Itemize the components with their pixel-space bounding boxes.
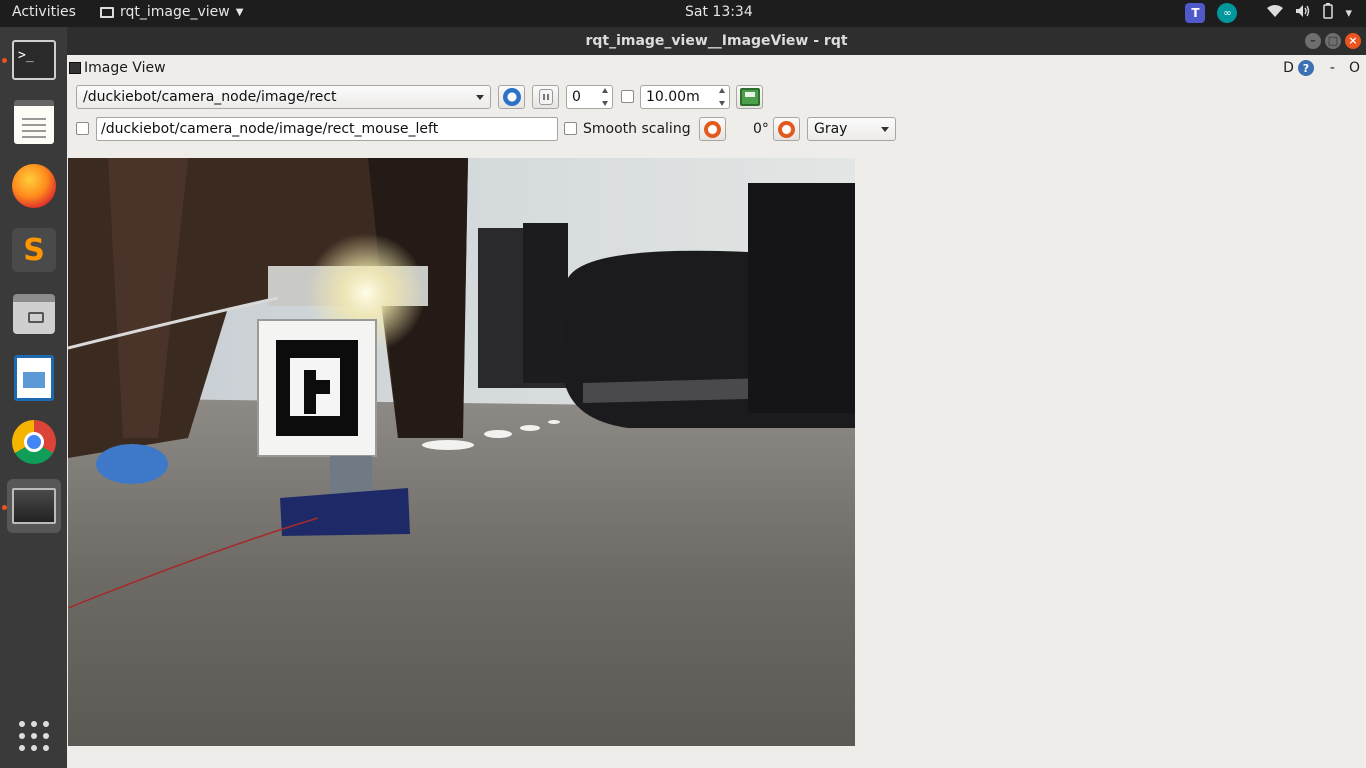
spin-arrows[interactable]	[716, 88, 727, 106]
topic-select[interactable]: /duckiebot/camera_node/image/rect	[76, 85, 491, 109]
app-grid-icon	[19, 721, 49, 751]
writer-icon	[14, 355, 54, 401]
sublime-text-launcher[interactable]: S	[7, 223, 61, 277]
chrome-launcher[interactable]	[7, 415, 61, 469]
max-range-value: 10.00m	[646, 89, 700, 105]
rqt-window-icon	[12, 488, 56, 524]
pause-button[interactable]	[532, 85, 559, 109]
rotation-value: 0°	[753, 121, 769, 137]
maximize-window-button[interactable]: □	[1325, 33, 1341, 49]
system-tray: T ∞ ▾	[1185, 3, 1352, 23]
terminal-icon: >_	[12, 40, 56, 80]
smooth-scaling-checkbox[interactable]	[564, 122, 577, 135]
topic-select-value: /duckiebot/camera_node/image/rect	[83, 89, 337, 105]
activities-button[interactable]: Activities	[12, 4, 76, 20]
camera-image[interactable]	[68, 158, 855, 746]
firefox-icon	[12, 164, 56, 208]
rotate-right-button[interactable]	[773, 117, 800, 141]
text-editor-icon	[14, 100, 54, 144]
top-bar: Activities rqt_image_view ▼ Sat 13:34 T …	[0, 0, 1366, 27]
text-editor-launcher[interactable]	[7, 95, 61, 149]
dock-widget-close-button[interactable]: O	[1349, 60, 1360, 76]
save-image-button[interactable]	[736, 85, 763, 109]
mouse-topic-field[interactable]: /duckiebot/camera_node/image/rect_mouse_…	[96, 117, 558, 141]
rotate-right-icon	[778, 120, 795, 138]
frame-skip-value: 0	[572, 89, 581, 105]
pause-icon	[538, 89, 553, 105]
dock-widget-d-button[interactable]: D	[1283, 60, 1294, 76]
firefox-launcher[interactable]	[7, 159, 61, 213]
mouse-topic-value: /duckiebot/camera_node/image/rect_mouse_…	[101, 121, 439, 137]
dock-widget-title-label: Image View	[84, 60, 166, 76]
close-window-button[interactable]: ×	[1345, 33, 1361, 49]
window-buttons: – □ ×	[1305, 33, 1361, 49]
dock-widget-title: Image View	[69, 60, 166, 76]
app-menu[interactable]: rqt_image_view ▼	[100, 4, 243, 20]
show-applications-button[interactable]	[7, 709, 61, 763]
window-titlebar[interactable]: rqt_image_view__ImageView - rqt – □ ×	[67, 27, 1366, 55]
sublime-text-icon: S	[12, 228, 56, 272]
color-scheme-select[interactable]: Gray	[807, 117, 896, 141]
arduino-icon[interactable]: ∞	[1217, 3, 1238, 23]
rotate-left-icon	[704, 120, 721, 138]
save-image-icon	[739, 88, 760, 106]
chevron-down-icon	[881, 127, 889, 132]
clock[interactable]: Sat 13:34	[685, 4, 753, 20]
caret-down-icon: ▼	[235, 6, 244, 18]
refresh-icon	[502, 88, 521, 106]
chrome-icon	[12, 420, 56, 464]
dock-widget-minimize-button[interactable]: -	[1330, 60, 1335, 76]
application-dock: >_ S	[0, 27, 67, 768]
files-icon	[13, 294, 55, 334]
files-launcher[interactable]	[7, 287, 61, 341]
smooth-scaling-label: Smooth scaling	[583, 121, 691, 137]
system-menu-caret-icon[interactable]: ▾	[1345, 6, 1352, 21]
terminal-launcher[interactable]: >_	[7, 33, 61, 87]
max-range-checkbox[interactable]	[621, 90, 634, 103]
wifi-icon[interactable]	[1267, 4, 1284, 22]
color-scheme-value: Gray	[814, 121, 848, 137]
rqt-window: rqt_image_view__ImageView - rqt – □ × Im…	[67, 27, 1366, 768]
rotate-left-button[interactable]	[699, 117, 726, 141]
refresh-topics-button[interactable]	[498, 85, 525, 109]
libreoffice-writer-launcher[interactable]	[7, 351, 61, 405]
chevron-down-icon	[476, 95, 484, 100]
dock-widget-controls: D ? - O	[1283, 60, 1360, 76]
rqt-launcher[interactable]	[7, 479, 61, 533]
publish-mouse-checkbox[interactable]	[76, 122, 89, 135]
dock-widget-icon	[69, 62, 81, 74]
help-icon[interactable]: ?	[1297, 60, 1314, 76]
frame-skip-spinbox[interactable]: 0	[566, 85, 613, 109]
window-title: rqt_image_view__ImageView - rqt	[585, 33, 848, 49]
spin-arrows[interactable]	[599, 88, 610, 106]
window-icon	[100, 6, 114, 18]
teams-icon[interactable]: T	[1185, 3, 1206, 23]
app-menu-label: rqt_image_view	[120, 4, 230, 20]
volume-icon[interactable]	[1295, 4, 1311, 22]
max-range-spinbox[interactable]: 10.00m	[640, 85, 730, 109]
minimize-window-button[interactable]: –	[1305, 33, 1321, 49]
battery-icon[interactable]	[1323, 3, 1334, 23]
